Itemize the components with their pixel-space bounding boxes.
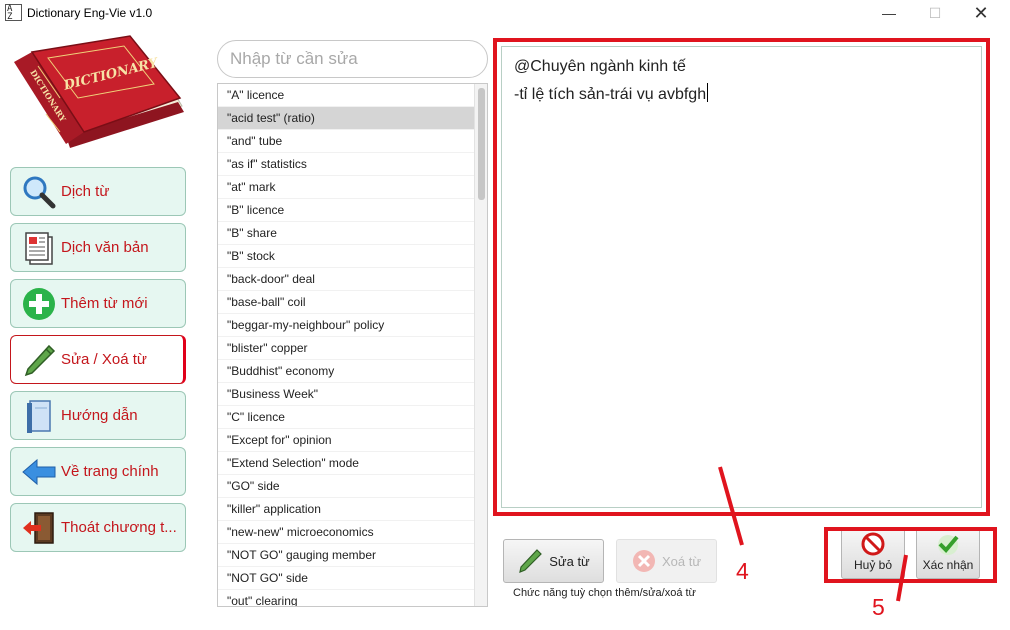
- word-list-item[interactable]: "acid test" (ratio): [218, 107, 475, 130]
- word-list-item[interactable]: "NOT GO" gauging member: [218, 544, 475, 567]
- word-list[interactable]: "A" licence "acid test" (ratio) "and" tube…: [217, 83, 488, 607]
- word-list-item[interactable]: "A" licence: [218, 84, 475, 107]
- word-list-scrollbar[interactable]: [474, 84, 487, 606]
- sidebar-item-label: Dịch từ: [61, 183, 110, 200]
- word-list-item[interactable]: "B" share: [218, 222, 475, 245]
- search-input[interactable]: [217, 40, 488, 78]
- word-list-item[interactable]: "and" tube: [218, 130, 475, 153]
- cancel-label: Huỷ bỏ: [853, 558, 893, 572]
- scrollbar-thumb[interactable]: [478, 88, 485, 200]
- cancel-button[interactable]: Huỷ bỏ: [841, 527, 905, 579]
- edit-word-button[interactable]: Sửa từ: [503, 539, 604, 583]
- edit-word-label: Sửa từ: [549, 553, 590, 569]
- document-icon: [19, 228, 59, 268]
- plus-icon: [19, 284, 59, 324]
- annotation-label-5: 5: [872, 594, 885, 620]
- word-list-item[interactable]: "Except for" opinion: [218, 429, 475, 452]
- word-list-item[interactable]: "C" licence: [218, 406, 475, 429]
- sidebar-item-translate-text[interactable]: Dịch văn bản: [10, 223, 186, 272]
- no-entry-icon: [861, 532, 885, 556]
- editor-line-2-text: -tỉ lệ tích sản-trái vụ avbfgh: [514, 86, 707, 103]
- dictionary-book-logo: DICTIONARY DICTIONARY: [14, 35, 184, 148]
- delete-word-label: Xoá từ: [661, 553, 702, 569]
- text-caret: [707, 83, 709, 102]
- word-list-item[interactable]: "out" clearing: [218, 590, 475, 606]
- word-list-item[interactable]: "Business Week": [218, 383, 475, 406]
- sidebar-item-home[interactable]: Về trang chính: [10, 447, 186, 496]
- checkmark-icon: [938, 535, 959, 555]
- word-list-item[interactable]: "B" stock: [218, 245, 475, 268]
- word-list-item[interactable]: "Buddhist" economy: [218, 360, 475, 383]
- pen-icon: [519, 549, 543, 573]
- word-list-item[interactable]: "GO" side: [218, 475, 475, 498]
- editor-highlight-frame: @Chuyên ngành kinh tế -tỉ lệ tích sản-tr…: [493, 38, 990, 516]
- minimize-button[interactable]: —: [866, 0, 912, 26]
- pen-icon: [19, 340, 59, 380]
- word-list-item[interactable]: "beggar-my-neighbour" policy: [218, 314, 475, 337]
- actions-caption: Chức năng tuỳ chọn thêm/sửa/xoá từ: [513, 587, 696, 599]
- window-title: Dictionary Eng-Vie v1.0: [27, 6, 153, 20]
- word-list-item[interactable]: "killer" application: [218, 498, 475, 521]
- sidebar-item-guide[interactable]: Hướng dẫn: [10, 391, 186, 440]
- word-list-item[interactable]: "blister" copper: [218, 337, 475, 360]
- book-icon: [19, 396, 59, 436]
- exit-door-icon: [19, 508, 59, 548]
- app-dictionary-icon: AZ: [5, 4, 22, 22]
- maximize-button[interactable]: ☐: [912, 0, 958, 26]
- title-bar: AZ Dictionary Eng-Vie v1.0 — ☐ ✕: [0, 0, 1010, 26]
- sidebar-item-edit-delete-word[interactable]: Sửa / Xoá từ: [10, 335, 186, 384]
- annotation-label-4: 4: [736, 558, 749, 584]
- delete-x-icon: [632, 550, 655, 572]
- sidebar-item-exit[interactable]: Thoát chương t...: [10, 503, 186, 552]
- sidebar-item-label: Thoát chương t...: [61, 519, 177, 536]
- sidebar-item-label: Hướng dẫn: [61, 407, 138, 424]
- word-list-item[interactable]: "base-ball" coil: [218, 291, 475, 314]
- magnifier-icon: [19, 172, 59, 212]
- sidebar-item-label: Về trang chính: [61, 463, 159, 480]
- meaning-editor[interactable]: @Chuyên ngành kinh tế -tỉ lệ tích sản-tr…: [501, 46, 982, 508]
- word-list-item[interactable]: "at" mark: [218, 176, 475, 199]
- confirm-label: Xác nhận: [922, 558, 974, 572]
- close-button[interactable]: ✕: [958, 0, 1004, 26]
- delete-word-button[interactable]: Xoá từ: [616, 539, 717, 583]
- word-list-item[interactable]: "as if" statistics: [218, 153, 475, 176]
- word-list-item[interactable]: "NOT GO" side: [218, 567, 475, 590]
- sidebar-item-label: Dịch văn bản: [61, 239, 149, 256]
- word-list-item[interactable]: "Extend Selection" mode: [218, 452, 475, 475]
- word-list-item[interactable]: "back-door" deal: [218, 268, 475, 291]
- editor-line-2: -tỉ lệ tích sản-trái vụ avbfgh: [514, 81, 969, 109]
- sidebar-item-translate-word[interactable]: Dịch từ: [10, 167, 186, 216]
- sidebar-item-add-word[interactable]: Thêm từ mới: [10, 279, 186, 328]
- editor-line-1: @Chuyên ngành kinh tế: [514, 58, 686, 75]
- word-list-item[interactable]: "new-new" microeconomics: [218, 521, 475, 544]
- word-list-item[interactable]: "B" licence: [218, 199, 475, 222]
- arrow-left-icon: [19, 452, 59, 492]
- confirm-button[interactable]: Xác nhận: [916, 527, 980, 579]
- sidebar-item-label: Sửa / Xoá từ: [61, 351, 147, 368]
- sidebar-item-label: Thêm từ mới: [61, 295, 148, 312]
- word-list-rows: "A" licence "acid test" (ratio) "and" tube…: [218, 84, 475, 606]
